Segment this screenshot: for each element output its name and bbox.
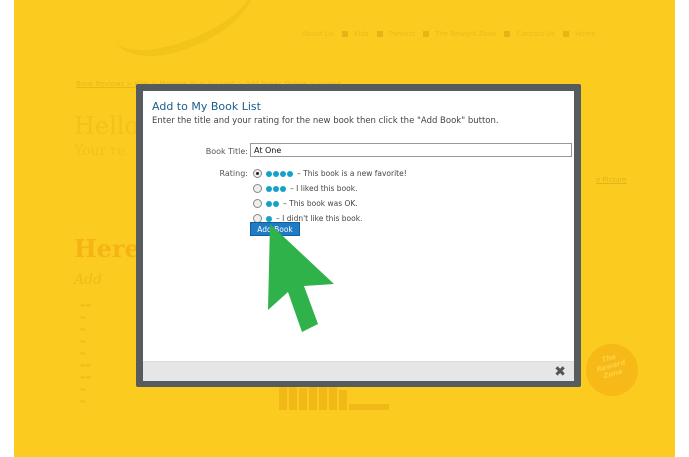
rating-radio-3[interactable] [253, 184, 262, 193]
add-book-dialog: Add to My Book List Enter the title and … [143, 91, 574, 381]
paw-icon [266, 185, 287, 192]
dialog-title: Add to My Book List [152, 100, 261, 113]
rating-option-3[interactable]: – I liked this book. [253, 183, 357, 194]
rating-label: Rating: [219, 169, 249, 178]
paw-icon [266, 200, 280, 207]
website-page: About Us Kids Parents The Reward Zone Co… [14, 0, 675, 457]
paw-icon [266, 215, 273, 222]
rating-text-2: – This book was OK. [283, 199, 358, 208]
rating-option-2[interactable]: – This book was OK. [253, 198, 358, 209]
dialog-instructions: Enter the title and your rating for the … [152, 116, 499, 126]
screen: About Us Kids Parents The Reward Zone Co… [0, 0, 689, 457]
book-title-input[interactable] [250, 143, 572, 157]
pointer-arrow-icon [268, 224, 334, 332]
paw-icon [266, 170, 294, 177]
dialog-footer: ✖ [143, 361, 574, 381]
close-icon[interactable]: ✖ [554, 364, 566, 380]
rating-text-3: – I liked this book. [290, 184, 358, 193]
rating-radio-2[interactable] [253, 199, 262, 208]
rating-option-4[interactable]: – This book is a new favorite! [253, 168, 407, 179]
modal-frame: Add to My Book List Enter the title and … [136, 84, 581, 387]
rating-text-4: – This book is a new favorite! [297, 169, 407, 178]
book-title-label: Book Title: [205, 147, 248, 156]
rating-radio-4[interactable] [253, 169, 262, 178]
